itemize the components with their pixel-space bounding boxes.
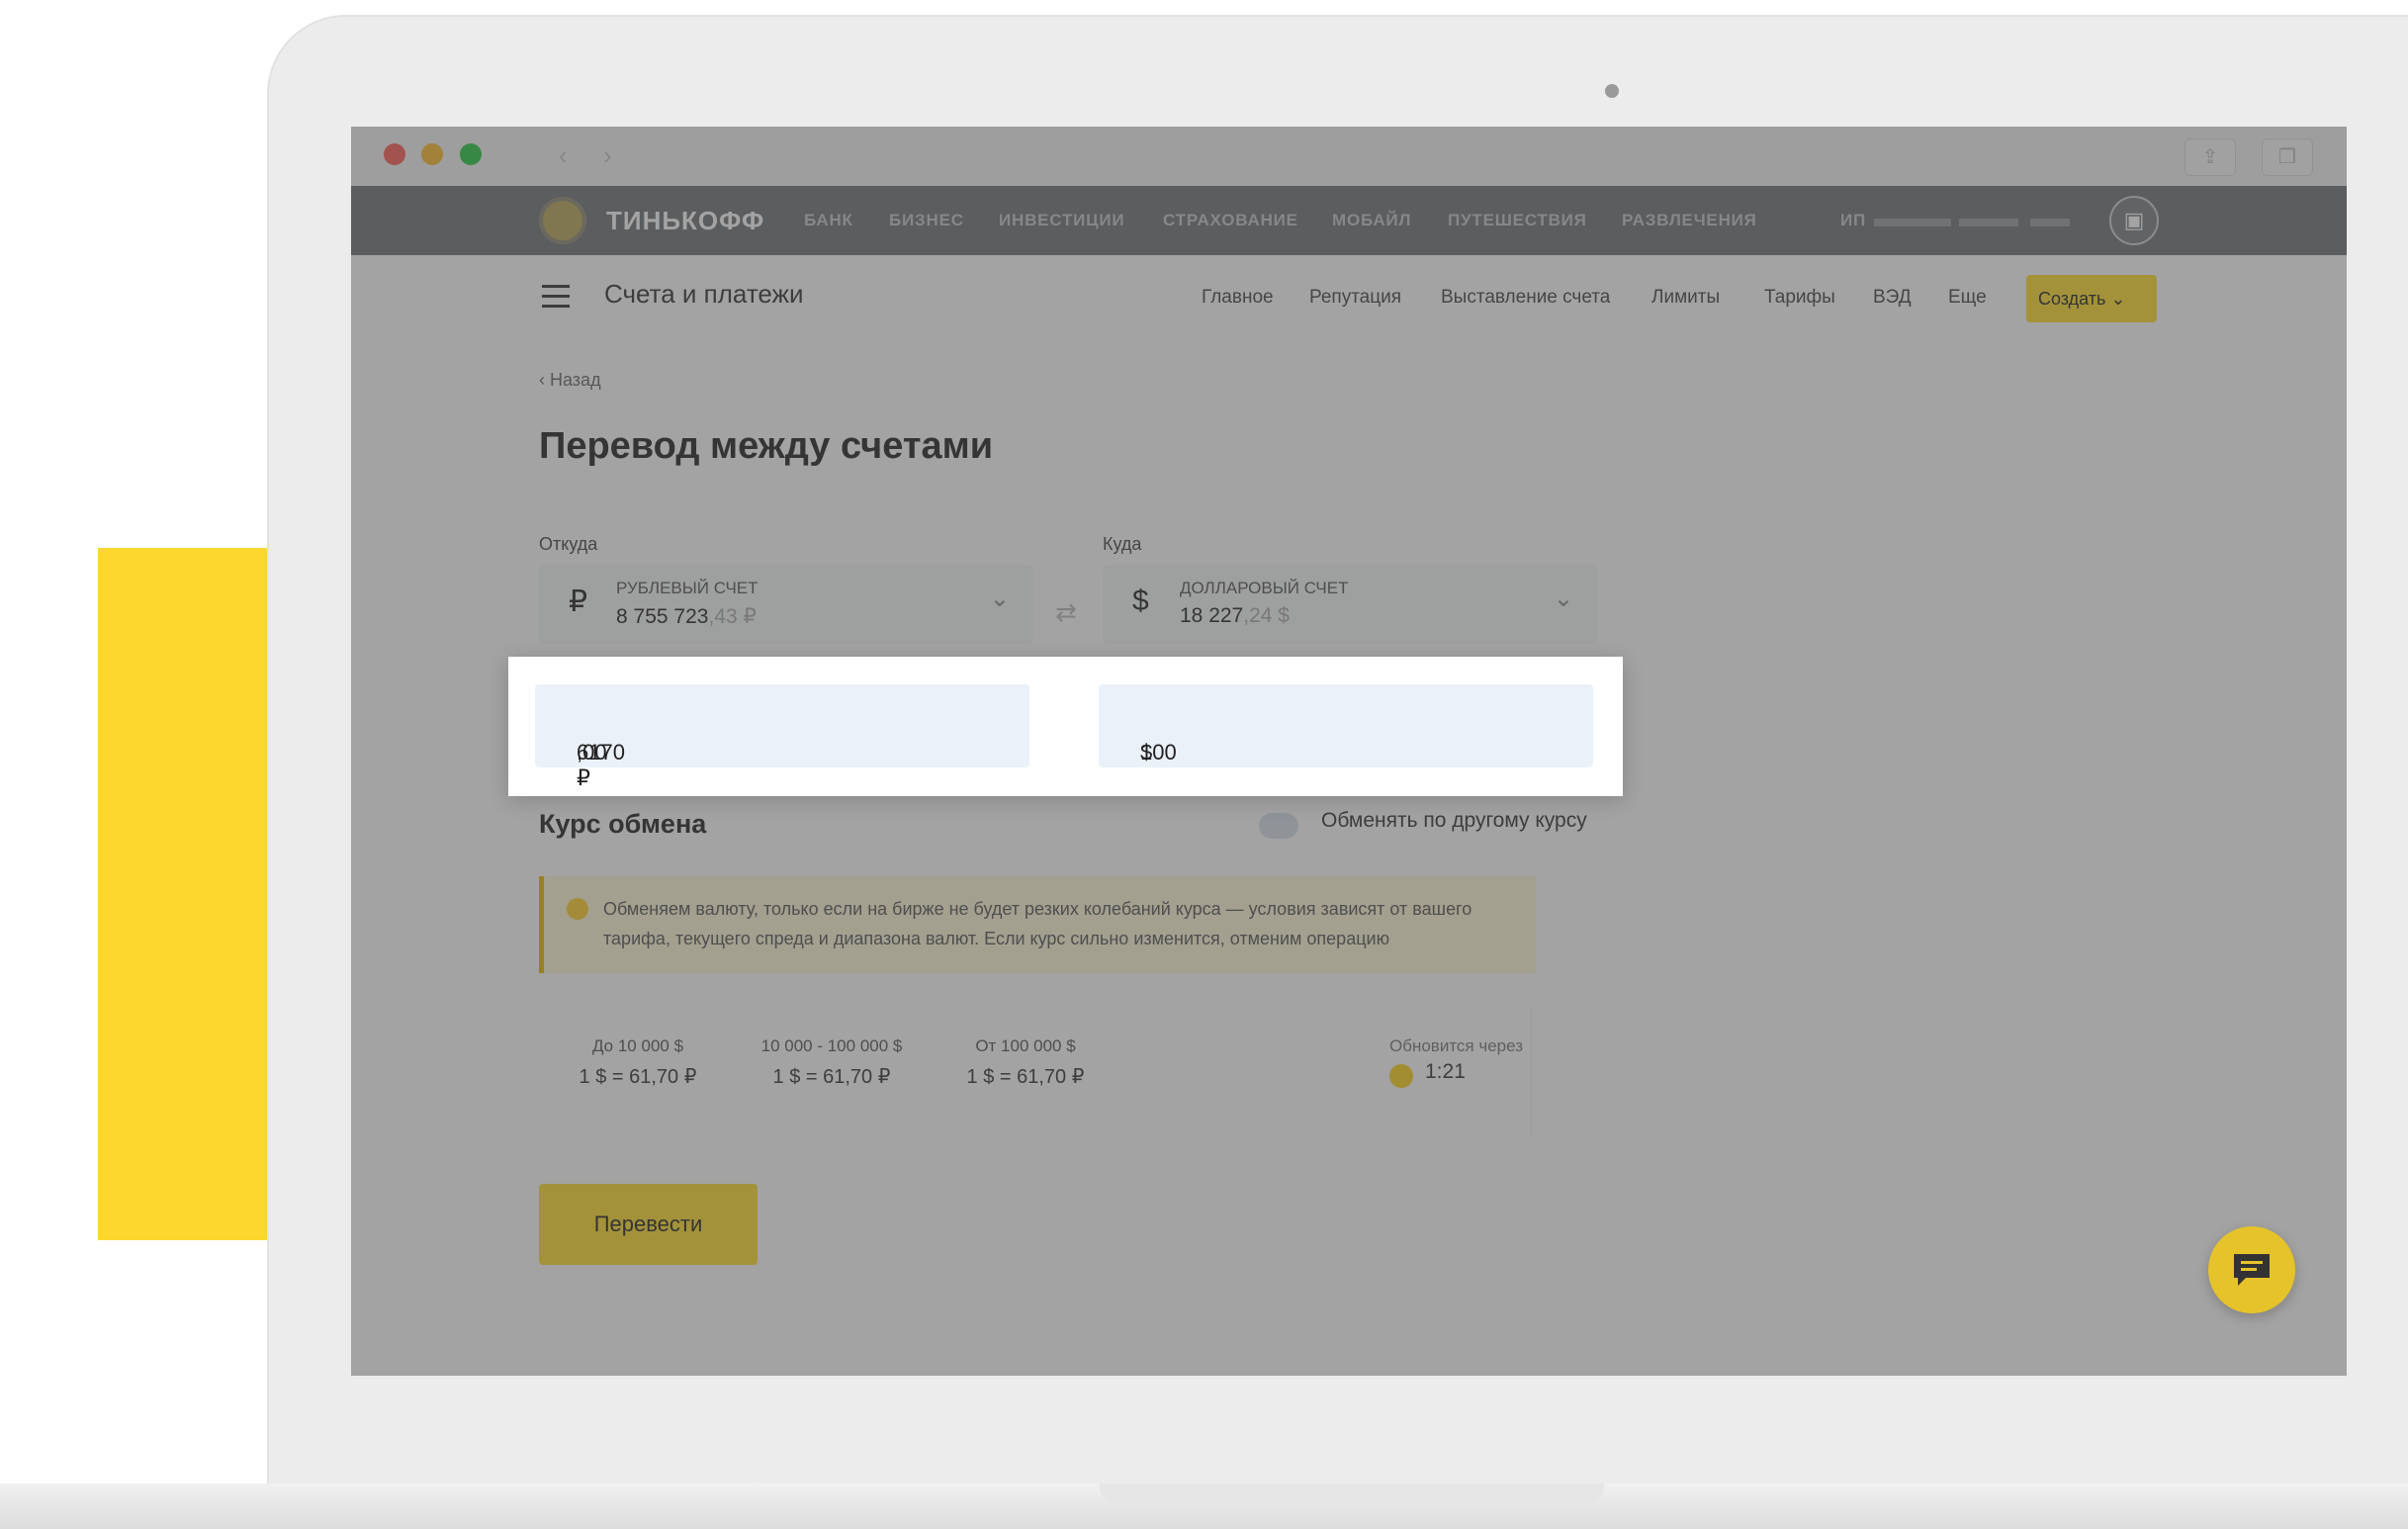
- to-account-balance: 18 227,24 $: [1180, 604, 1290, 628]
- from-account-balance: 8 755 723,43 ₽: [616, 604, 757, 629]
- clock-icon: [1389, 1064, 1413, 1088]
- from-account-name: РУБЛЕВЫЙ СЧЕТ: [616, 579, 758, 597]
- tier-range: 10 000 - 100 000 $: [760, 1036, 903, 1055]
- redacted-name: [2030, 219, 2070, 226]
- topnav-item-travel[interactable]: ПУТЕШЕСТВИЯ: [1448, 211, 1587, 230]
- chat-icon: [2234, 1254, 2270, 1286]
- to-balance-main: 18 227: [1180, 604, 1244, 627]
- tier-rate: 1 $ = 61,70 ₽: [772, 1066, 891, 1088]
- briefcase-icon[interactable]: ▣: [2109, 196, 2159, 245]
- camera-dot: [1605, 84, 1619, 98]
- top-navigation: ТИНЬКОФФ БАНК БИЗНЕС ИНВЕСТИЦИИ СТРАХОВА…: [351, 186, 2347, 255]
- chevron-left-icon: ‹: [539, 370, 550, 390]
- subnav-item-more[interactable]: Еще: [1948, 287, 1987, 309]
- back-link[interactable]: ‹ Назад: [539, 370, 601, 391]
- rate-tiers: До 10 000 $ 1 $ = 61,70 ₽ 10 000 - 100 0…: [539, 1007, 1532, 1135]
- rate-tier: От 100 000 $ 1 $ = 61,70 ₽: [927, 1036, 1124, 1089]
- topnav-item-investments[interactable]: ИНВЕСТИЦИИ: [999, 211, 1124, 230]
- brand-logo-text[interactable]: ТИНЬКОФФ: [606, 206, 764, 236]
- subnav-item-reputation[interactable]: Репутация: [1309, 287, 1401, 309]
- tier-rate: 1 $ = 61,70 ₽: [579, 1066, 697, 1088]
- close-window-button[interactable]: [384, 143, 405, 165]
- account-owner-prefix[interactable]: ИП: [1840, 211, 1866, 230]
- tier-range: От 100 000 $: [975, 1036, 1076, 1055]
- section-header: Счета и платежи Главное Репутация Выстав…: [351, 255, 2347, 334]
- to-balance-rest: ,24 $: [1243, 604, 1290, 627]
- chevron-down-icon: ⌄: [989, 585, 1010, 612]
- browser-titlebar: ‹ › ⇪ ❐: [351, 127, 2347, 187]
- laptop-notch: [1100, 1484, 1604, 1505]
- topnav-item-business[interactable]: БИЗНЕС: [889, 211, 964, 230]
- to-account-name: ДОЛЛАРОВЫЙ СЧЕТ: [1180, 579, 1349, 597]
- rate-update-timer: Обновится через 1:21: [1389, 1036, 1523, 1088]
- subnav-item-ved[interactable]: ВЭД: [1873, 287, 1912, 309]
- subnav-item-invoicing[interactable]: Выставление счета: [1441, 287, 1610, 309]
- section-title: Счета и платежи: [604, 279, 804, 309]
- topnav-item-bank[interactable]: БАНК: [804, 211, 853, 230]
- browser-window: ‹ › ⇪ ❐ ТИНЬКОФФ БАНК БИЗНЕС ИНВЕСТИЦИИ …: [351, 127, 2347, 1376]
- subnav-item-main[interactable]: Главное: [1202, 287, 1274, 309]
- notice-text: Обменяем валюту, только если на бирже не…: [603, 899, 1472, 948]
- subnav-item-tariffs[interactable]: Тарифы: [1764, 287, 1835, 309]
- create-button[interactable]: Создать ⌄: [2026, 275, 2157, 322]
- browser-forward-icon[interactable]: ›: [603, 140, 612, 171]
- swap-icon[interactable]: ⇄: [1055, 597, 1077, 628]
- subnav-item-limits[interactable]: Лимиты: [1651, 287, 1720, 309]
- chevron-down-icon: ⌄: [1553, 585, 1573, 612]
- tabs-icon[interactable]: ❐: [2262, 138, 2313, 176]
- from-balance-main: 8 755 723: [616, 605, 709, 628]
- rate-tier: До 10 000 $ 1 $ = 61,70 ₽: [539, 1036, 737, 1089]
- alt-rate-toggle[interactable]: [1259, 813, 1298, 839]
- to-label: Куда: [1103, 534, 1142, 554]
- page-title: Перевод между счетами: [539, 425, 994, 467]
- redacted-name: [1874, 219, 1951, 226]
- browser-back-icon[interactable]: ‹: [559, 140, 568, 171]
- back-label: Назад: [550, 370, 601, 390]
- topnav-item-entertainment[interactable]: РАЗВЛЕЧЕНИЯ: [1622, 211, 1757, 230]
- amount-to-input[interactable]: 100 $: [1099, 684, 1593, 767]
- chevron-down-icon: ⌄: [2110, 289, 2126, 309]
- chat-button[interactable]: [2208, 1226, 2295, 1313]
- to-account-select[interactable]: $ ДОЛЛАРОВЫЙ СЧЕТ 18 227,24 $ ⌄: [1103, 565, 1597, 644]
- tier-range: До 10 000 $: [591, 1036, 684, 1055]
- redacted-name: [1959, 219, 2018, 226]
- updates-label: Обновится через: [1389, 1036, 1523, 1055]
- rate-notice: Обменяем валюту, только если на бирже не…: [539, 876, 1536, 973]
- ruble-icon: ₽: [569, 585, 588, 618]
- maximize-window-button[interactable]: [460, 143, 482, 165]
- amount-highlight: 6170,00 ₽ 100 $: [508, 657, 1623, 796]
- info-icon: [567, 898, 588, 920]
- decorative-yellow-block: [98, 548, 296, 1240]
- menu-icon[interactable]: [542, 285, 570, 315]
- exchange-rate-title: Курс обмена: [539, 809, 707, 839]
- timer-value: 1:21: [1425, 1060, 1466, 1083]
- rate-tier: 10 000 - 100 000 $ 1 $ = 61,70 ₽: [733, 1036, 931, 1089]
- create-button-label: Создать: [2038, 289, 2106, 309]
- from-label: Откуда: [539, 534, 598, 554]
- alt-rate-label[interactable]: Обменять по другому курсу: [1321, 809, 1587, 833]
- tier-rate: 1 $ = 61,70 ₽: [966, 1066, 1085, 1088]
- tinkoff-emblem-icon[interactable]: [539, 197, 586, 244]
- amount-from-rest: ,00 ₽: [577, 740, 607, 790]
- from-balance-rest: ,43 ₽: [708, 605, 757, 628]
- transfer-page: ‹ Назад Перевод между счетами Откуда Куд…: [351, 334, 2347, 1376]
- minimize-window-button[interactable]: [421, 143, 443, 165]
- dollar-icon: $: [1132, 585, 1149, 617]
- amount-from-input[interactable]: 6170,00 ₽: [535, 684, 1029, 790]
- share-icon[interactable]: ⇪: [2185, 138, 2236, 176]
- transfer-button[interactable]: Перевести: [539, 1184, 758, 1265]
- topnav-item-insurance[interactable]: СТРАХОВАНИЕ: [1163, 211, 1298, 230]
- topnav-item-mobile[interactable]: МОБАЙЛ: [1332, 211, 1411, 230]
- amount-to-rest: $: [1140, 740, 1153, 764]
- from-account-select[interactable]: ₽ РУБЛЕВЫЙ СЧЕТ 8 755 723,43 ₽ ⌄: [539, 565, 1033, 644]
